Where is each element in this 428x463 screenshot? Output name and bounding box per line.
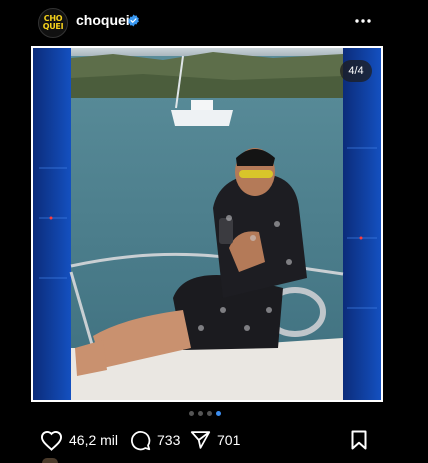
carousel-dot [207, 411, 212, 416]
heart-icon[interactable] [40, 430, 63, 451]
carousel-indicator [189, 411, 221, 416]
next-post-avatar-peek [42, 458, 58, 463]
verified-badge-icon [128, 14, 139, 27]
likes-count[interactable]: 46,2 mil [69, 432, 118, 448]
bookmark-icon[interactable] [351, 430, 367, 450]
post-photo [33, 48, 381, 400]
save-action [351, 424, 367, 456]
avatar-logo-text: QUEI [42, 22, 64, 31]
carousel-dot [198, 411, 203, 416]
image-counter-badge: 4/4 [340, 60, 372, 82]
more-horizontal-icon[interactable] [354, 14, 372, 28]
share-action: 701 [190, 424, 240, 456]
photo-illustration [33, 48, 381, 400]
carousel-dot [189, 411, 194, 416]
post-header: CHO QUEI choquei [0, 0, 428, 44]
carousel-dot-active [216, 411, 221, 416]
like-action: 46,2 mil [40, 424, 118, 456]
username[interactable]: choquei [76, 12, 130, 28]
comments-count[interactable]: 733 [157, 432, 180, 448]
comment-action: 733 [130, 424, 180, 456]
avatar[interactable]: CHO QUEI [38, 8, 68, 38]
action-bar: 46,2 mil 733 701 [0, 424, 428, 456]
send-icon[interactable] [190, 430, 211, 450]
comment-icon[interactable] [130, 430, 151, 451]
shares-count[interactable]: 701 [217, 432, 240, 448]
post-media-frame[interactable] [31, 46, 383, 402]
